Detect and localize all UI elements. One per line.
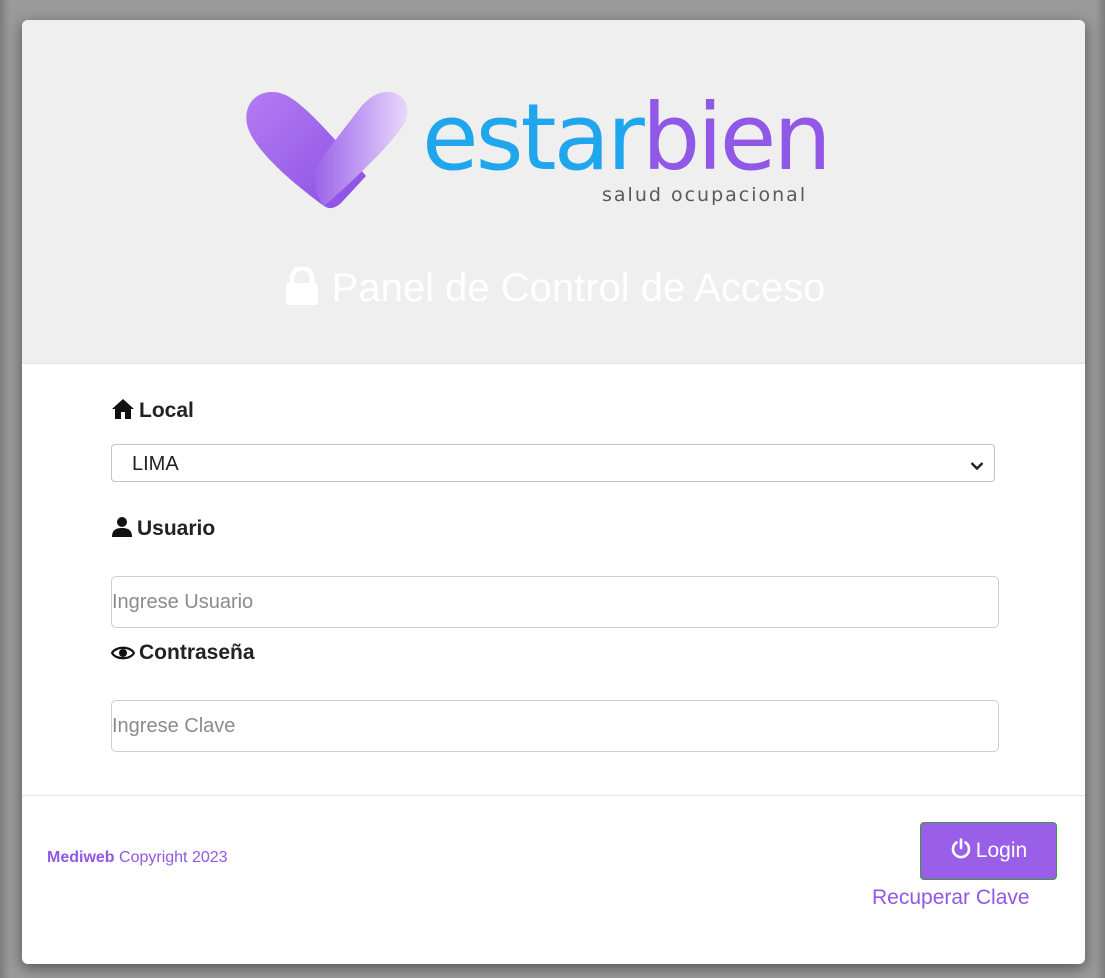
footer-divider xyxy=(22,795,1085,796)
recover-password-link[interactable]: Recuperar Clave xyxy=(872,886,1030,910)
lock-icon xyxy=(282,265,322,315)
wordmark-estar: estar xyxy=(422,84,645,191)
copyright-text: Mediweb Copyright 2023 xyxy=(47,849,228,867)
login-card: estarbien salud ocupacional Panel de Con… xyxy=(22,20,1085,964)
brand-wordmark: estarbien xyxy=(422,92,832,184)
eye-icon xyxy=(110,644,136,668)
login-button[interactable]: Login xyxy=(920,822,1057,880)
page-title-text: Panel de Control de Acceso xyxy=(331,266,826,310)
local-select[interactable]: LIMA xyxy=(111,444,995,482)
usuario-placeholder: Ingrese Usuario xyxy=(112,591,254,613)
login-button-label: Login xyxy=(975,839,1028,862)
brand-tagline: salud ocupacional xyxy=(602,184,808,206)
local-label-text: Local xyxy=(139,399,194,422)
user-icon xyxy=(111,516,133,544)
home-icon xyxy=(111,398,135,426)
wordmark-bien: bien xyxy=(641,84,832,191)
chevron-down-icon xyxy=(970,458,984,476)
heart-logo-icon xyxy=(246,91,408,209)
page-title: Panel de Control de Acceso xyxy=(22,265,1085,315)
password-placeholder: Ingrese Clave xyxy=(112,715,236,737)
footer-copyright: Copyright 2023 xyxy=(119,849,228,866)
power-icon xyxy=(950,826,972,882)
usuario-label-text: Usuario xyxy=(137,517,216,540)
footer-brand: Mediweb xyxy=(47,849,115,866)
local-select-value: LIMA xyxy=(132,453,179,475)
usuario-input[interactable]: Ingrese Usuario xyxy=(111,576,999,628)
usuario-label: Usuario xyxy=(111,516,215,544)
password-input[interactable]: Ingrese Clave xyxy=(111,700,999,752)
password-label: Contraseña xyxy=(110,641,255,668)
local-label: Local xyxy=(111,398,194,426)
password-label-text: Contraseña xyxy=(139,641,255,664)
card-header: estarbien salud ocupacional Panel de Con… xyxy=(22,20,1085,364)
brand-logo: estarbien salud ocupacional xyxy=(242,84,862,214)
